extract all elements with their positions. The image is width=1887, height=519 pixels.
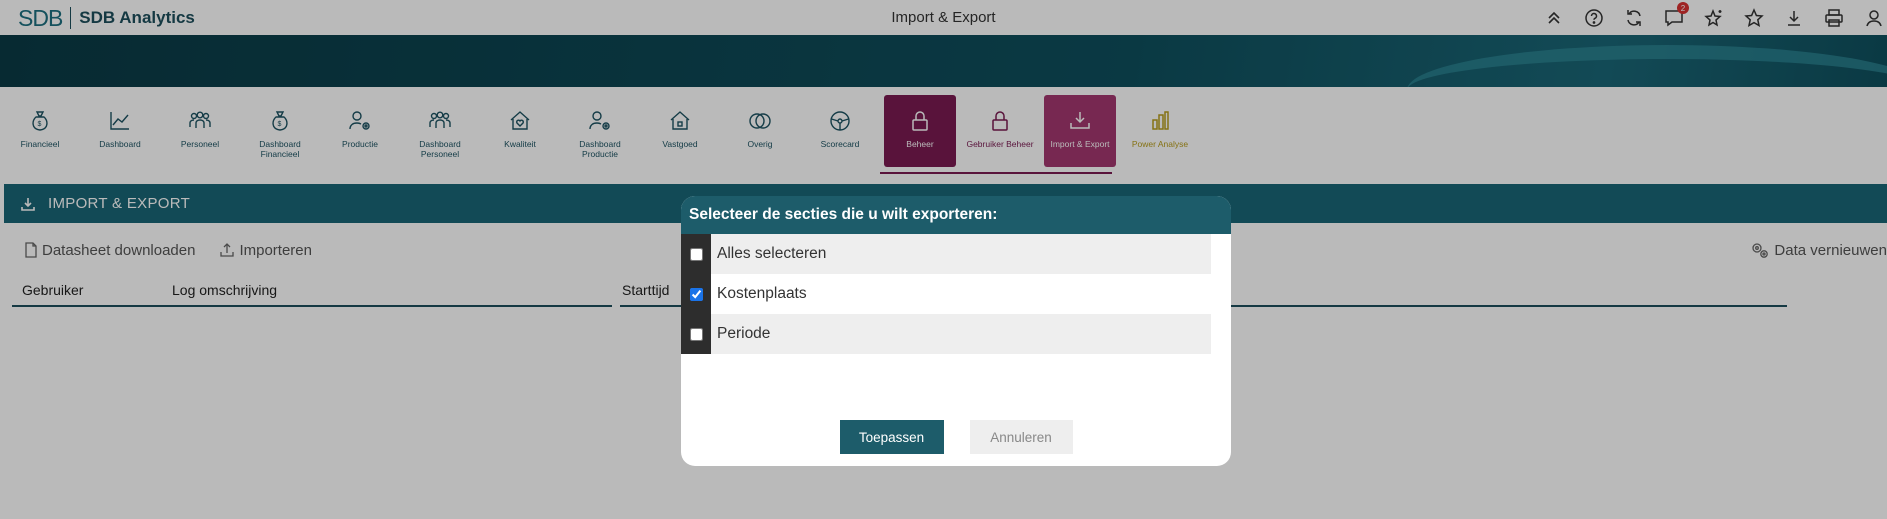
checkbox-cell — [681, 274, 711, 314]
option-label[interactable]: Kostenplaats — [711, 274, 1211, 314]
export-sections-dialog: Selecteer de secties die u wilt exporter… — [681, 196, 1231, 466]
option-label[interactable]: Periode — [711, 314, 1211, 354]
periode-checkbox[interactable] — [689, 327, 703, 341]
cancel-button[interactable]: Annuleren — [969, 420, 1073, 454]
dialog-actions: Toepassen Annuleren — [681, 420, 1231, 454]
option-select-all[interactable]: Alles selecteren — [681, 234, 1211, 274]
apply-button[interactable]: Toepassen — [839, 420, 944, 454]
dialog-title: Selecteer de secties die u wilt exporter… — [681, 196, 1231, 234]
option-periode[interactable]: Periode — [681, 314, 1211, 354]
kostenplaats-checkbox[interactable] — [689, 287, 703, 301]
option-label[interactable]: Alles selecteren — [711, 234, 1211, 274]
select-all-checkbox[interactable] — [689, 247, 703, 261]
option-kostenplaats[interactable]: Kostenplaats — [681, 274, 1211, 314]
section-options: Alles selecteren Kostenplaats Periode — [681, 234, 1211, 354]
checkbox-cell — [681, 314, 711, 354]
checkbox-cell — [681, 234, 711, 274]
